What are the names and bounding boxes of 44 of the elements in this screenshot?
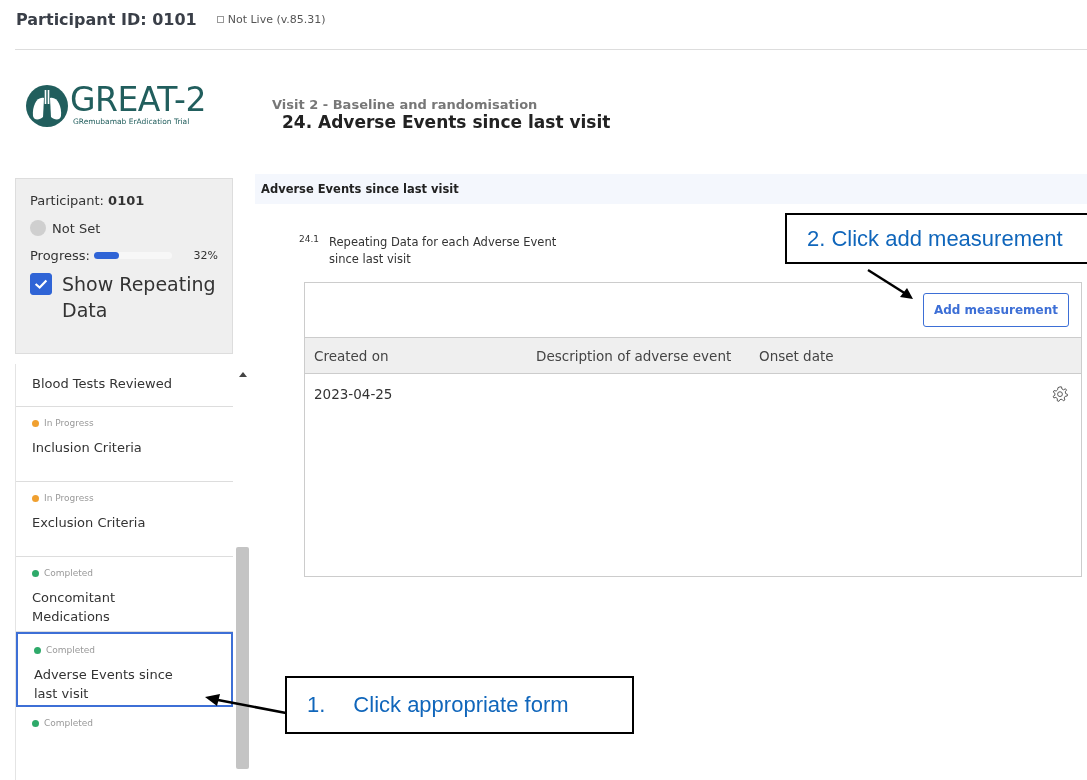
form-name: Blood Tests Reviewed [32,375,173,393]
form-status: Completed [46,645,96,655]
form-title: 24. Adverse Events since last visit [282,112,612,132]
question-number: 24.1 [299,234,320,246]
visit-title: Visit 2 - Baseline and randomisation [272,97,539,112]
form-status: Completed [44,568,94,578]
square-icon [216,15,224,23]
form-name: Concomitant Medications [32,589,117,626]
annotation-arrow [866,268,916,302]
settings-icon[interactable] [1051,385,1069,403]
checkbox[interactable] [30,273,52,295]
column-header: Created on [314,347,390,364]
scrollbar-thumb[interactable] [236,547,250,769]
scroll-up-icon[interactable] [238,372,247,377]
column-header: Description of adverse event [536,347,733,364]
progress-value: 32% [193,249,218,262]
form-list-item[interactable]: Blood Tests Reviewed [16,364,234,407]
form-list-item[interactable]: Completed Concomitant Medications [16,557,234,632]
status-label: Not Set [52,220,101,236]
form-list-item[interactable]: In Progress Exclusion Criteria [16,482,234,557]
form-list-item[interactable]: In Progress Inclusion Criteria [16,407,234,482]
column-header: Onset date [759,347,835,364]
participant-label: Participant: 0101 [30,193,146,208]
participant-id: Participant ID: 0101 [16,9,197,29]
environment-label: Not Live (v.85.31) [227,12,326,26]
lungs-logo-icon [25,84,69,128]
form-list-item[interactable]: Completed Adverse Events since last visit [16,632,234,707]
add-measurement-button[interactable]: Add measurement [922,293,1069,327]
annotation-text: 2. Click add measurement [807,225,1063,252]
progress-label: Progress: [30,248,90,263]
form-status: Completed [44,718,94,728]
form-name: Exclusion Criteria [32,514,147,532]
logo-title: GREAT-2 [70,83,206,117]
table-cell-text: 2023-04-25 [314,386,394,402]
status-dot [30,220,46,236]
question-text: Repeating Data for each Adverse Event since last visit [329,234,558,268]
checkbox-label[interactable]: Show Repeating Data [62,271,218,323]
form-name: Adverse Events since last visit [34,666,174,703]
section-title: Adverse Events since last visit [261,182,459,196]
annotation-text: Click appropriate form [353,692,569,718]
annotation-number: 1. [307,692,326,718]
form-name: Inclusion Criteria [32,439,143,457]
form-status: In Progress [44,493,94,503]
form-status: In Progress [44,418,94,428]
